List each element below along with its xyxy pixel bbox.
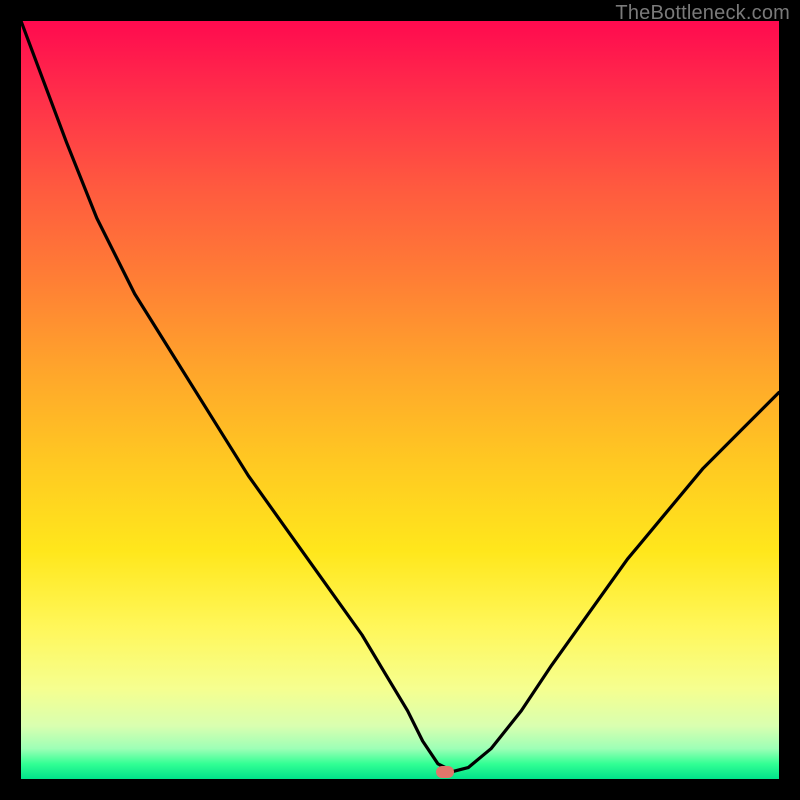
optimum-marker — [436, 766, 454, 778]
watermark-text: TheBottleneck.com — [615, 2, 790, 25]
chart-frame: TheBottleneck.com — [0, 0, 800, 800]
bottleneck-curve — [21, 21, 779, 779]
plot-area — [21, 21, 779, 779]
